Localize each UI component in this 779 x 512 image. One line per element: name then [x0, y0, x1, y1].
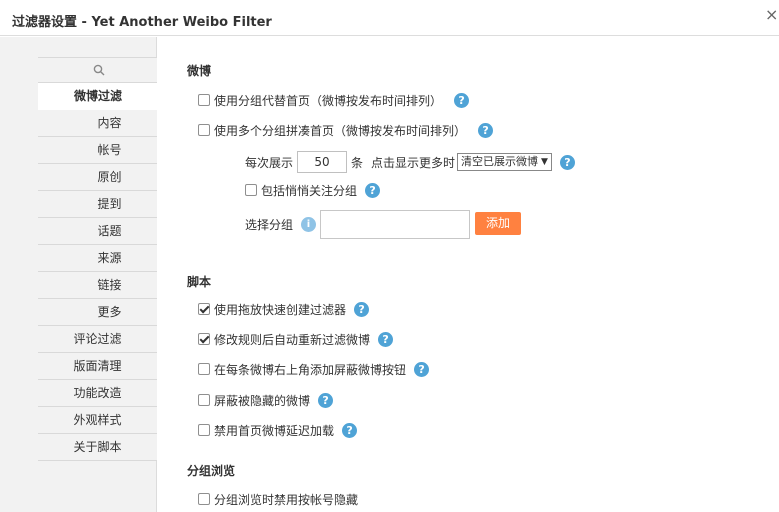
group-select-input[interactable] [320, 210, 470, 239]
help-icon[interactable]: ? [454, 92, 470, 108]
dialog-title: 过滤器设置 - Yet Another Weibo Filter [12, 15, 272, 30]
option-label: 使用分组代替首页（微博按发布时间排列） [214, 93, 443, 108]
option-label: 使用多个分组拼凑首页（微博按发布时间排列） [214, 123, 467, 138]
checkbox-auto-refilter[interactable] [198, 333, 210, 345]
help-icon[interactable]: ? [478, 122, 494, 138]
click-more-label: 点击显示更多时 [371, 155, 456, 170]
option-label: 禁用首页微博延迟加载 [214, 423, 335, 438]
close-icon[interactable]: × [765, 7, 778, 23]
sidebar: 微博过滤 内容 帐号 原创 提到 话题 来源 链接 更多 评论过滤 版面清理 功… [0, 37, 158, 512]
option-choose-group: 选择分组 i [245, 216, 317, 232]
help-icon[interactable]: ? [342, 422, 358, 438]
option-auto-refilter: 修改规则后自动重新过滤微博 ? [198, 331, 394, 347]
option-label: 修改规则后自动重新过滤微博 [214, 332, 371, 347]
dialog-titlebar: 过滤器设置 - Yet Another Weibo Filter × [0, 0, 779, 36]
checkbox-multi-group-home[interactable] [198, 124, 210, 136]
add-group-button[interactable]: 添加 [475, 212, 521, 235]
checkbox-block-hidden[interactable] [198, 394, 210, 406]
option-block-hidden: 屏蔽被隐藏的微博 ? [198, 392, 334, 408]
sidebar-item-account[interactable]: 帐号 [38, 137, 157, 164]
option-label: 包括悄悄关注分组 [261, 183, 358, 198]
option-block-button: 在每条微博右上角添加屏蔽微博按钮 ? [198, 361, 430, 377]
checkbox-disable-lazyload[interactable] [198, 424, 210, 436]
sidebar-item-weibo-filter[interactable]: 微博过滤 [38, 83, 158, 110]
option-group-browse-disable-hide: 分组浏览时禁用按帐号隐藏 [198, 491, 358, 507]
select-value: 清空已展示微博 [461, 155, 539, 168]
info-icon[interactable]: i [301, 216, 317, 232]
checkbox-include-quiet[interactable] [245, 184, 257, 196]
sidebar-item-feature-tweak[interactable]: 功能改造 [38, 380, 157, 407]
choose-group-label: 选择分组 [245, 217, 294, 232]
click-more-select[interactable]: 清空已展示微博 ▼ [457, 153, 552, 171]
checkbox-group-browse-disable-hide[interactable] [198, 493, 210, 505]
help-icon[interactable]: ? [559, 154, 575, 170]
option-include-quiet: 包括悄悄关注分组 ? [245, 182, 381, 198]
section-title-weibo: 微博 [187, 64, 212, 78]
search-icon [93, 64, 105, 76]
per-show-input[interactable] [297, 151, 348, 173]
option-per-show: 每次展示 条 点击显示更多时 清空已展示微博 ▼ ? [245, 150, 575, 174]
option-group-as-home: 使用分组代替首页（微博按发布时间排列） ? [198, 92, 470, 108]
sidebar-item-about[interactable]: 关于脚本 [38, 434, 157, 461]
help-icon[interactable]: ? [365, 182, 381, 198]
section-title-script: 脚本 [187, 275, 212, 289]
option-disable-lazyload: 禁用首页微博延迟加载 ? [198, 422, 358, 438]
checkbox-block-button[interactable] [198, 363, 210, 375]
per-show-unit: 条 [351, 155, 364, 170]
checkbox-drag-create-filter[interactable] [198, 303, 210, 315]
checkbox-group-as-home[interactable] [198, 94, 210, 106]
help-icon[interactable]: ? [354, 301, 370, 317]
help-icon[interactable]: ? [378, 331, 394, 347]
sidebar-search[interactable] [38, 57, 157, 83]
sidebar-item-more[interactable]: 更多 [38, 299, 157, 326]
per-show-label: 每次展示 [245, 155, 294, 170]
sidebar-item-mention[interactable]: 提到 [38, 191, 157, 218]
help-icon[interactable]: ? [414, 361, 430, 377]
sidebar-item-original[interactable]: 原创 [38, 164, 157, 191]
option-label: 在每条微博右上角添加屏蔽微博按钮 [214, 362, 407, 377]
option-label: 屏蔽被隐藏的微博 [214, 393, 311, 408]
help-icon[interactable]: ? [318, 392, 334, 408]
chevron-down-icon: ▼ [541, 157, 548, 167]
sidebar-item-content[interactable]: 内容 [38, 110, 157, 137]
option-label: 使用拖放快速创建过滤器 [214, 302, 347, 317]
sidebar-item-appearance[interactable]: 外观样式 [38, 407, 157, 434]
sidebar-item-layout-cleanup[interactable]: 版面清理 [38, 353, 157, 380]
option-label: 分组浏览时禁用按帐号隐藏 [214, 492, 359, 507]
settings-content: 微博 使用分组代替首页（微博按发布时间排列） ? 使用多个分组拼凑首页（微博按发… [158, 37, 779, 512]
section-title-group-browse: 分组浏览 [187, 464, 236, 478]
sidebar-item-comment-filter[interactable]: 评论过滤 [38, 326, 157, 353]
sidebar-item-topic[interactable]: 话题 [38, 218, 157, 245]
sidebar-item-source[interactable]: 来源 [38, 245, 157, 272]
sidebar-item-link[interactable]: 链接 [38, 272, 157, 299]
option-drag-create-filter: 使用拖放快速创建过滤器 ? [198, 301, 370, 317]
option-multi-group-home: 使用多个分组拼凑首页（微博按发布时间排列） ? [198, 122, 494, 138]
